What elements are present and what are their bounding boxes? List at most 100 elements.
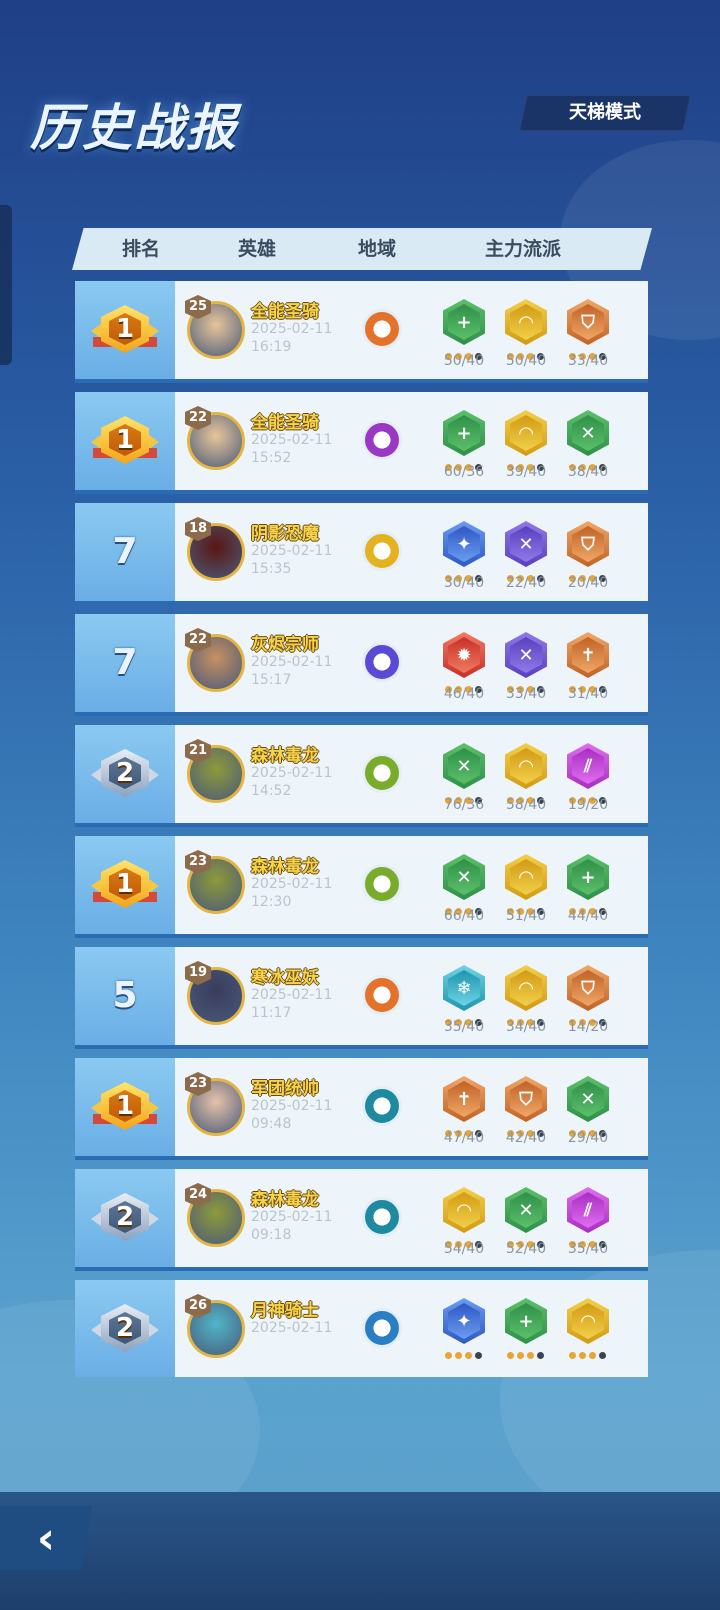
build-trait[interactable]: ◠ 39/40	[501, 406, 551, 484]
build-trait[interactable]: ⛉ 33/40	[563, 295, 613, 373]
match-time: 12:30	[251, 894, 292, 910]
trait-level-dots	[507, 900, 547, 915]
trait-level-dots	[569, 1344, 609, 1359]
axe-emblem-icon[interactable]	[362, 309, 402, 349]
build-trait[interactable]: ✕ 22/40	[501, 517, 551, 595]
build-trait[interactable]: ◠ 58/40	[501, 739, 551, 817]
back-button[interactable]: ‹	[0, 1506, 92, 1570]
hero-name: 军团统帅	[251, 1079, 319, 1099]
match-time: 16:19	[251, 339, 292, 355]
trait-count: 22/40	[505, 575, 547, 591]
build-trait[interactable]: +	[501, 1294, 551, 1372]
build-trait[interactable]: ✕ 29/40	[563, 1072, 613, 1150]
rank-cell: 1	[75, 836, 175, 934]
match-date: 2025-02-11	[251, 1098, 333, 1114]
trait-level-dots	[445, 789, 485, 804]
match-row[interactable]: 1 23 军团统帅 2025-02-11 09:48 ✝ 47/40 ⛉ 42/…	[75, 1058, 648, 1160]
build-trait[interactable]: ✕ 52/40	[501, 1183, 551, 1261]
build-trait[interactable]: ✝ 31/40	[563, 628, 613, 706]
hero-name: 森林毒龙	[251, 857, 319, 877]
trait-level-dots	[507, 567, 547, 582]
gold-rank-medal-icon: 1	[91, 299, 155, 359]
trait-count: 47/40	[443, 1130, 485, 1146]
trident-icon[interactable]	[362, 1086, 402, 1126]
build-trait[interactable]: ◠ 50/40	[501, 295, 551, 373]
side-drawer-tab[interactable]	[0, 205, 12, 365]
trait-count: 51/40	[505, 908, 547, 924]
rank-number: 7	[112, 531, 138, 572]
rune-icon[interactable]	[362, 1308, 402, 1348]
build-trait[interactable]: ◠	[563, 1294, 613, 1372]
rank-cell: 1	[75, 281, 175, 379]
trait-count: 76/36	[443, 797, 485, 813]
pentagram-icon[interactable]	[362, 753, 402, 793]
hero-name: 森林毒龙	[251, 746, 319, 766]
rank-cell: 7	[75, 614, 175, 712]
build-trait[interactable]: ⛉ 14/20	[563, 961, 613, 1039]
match-history-list[interactable]: 1 2 5 全能圣骑 2025-02-11 16:19 + 50/40 ◠ 50/…	[75, 281, 648, 1377]
match-date: 2025-02-11	[251, 1320, 333, 1336]
build-trait[interactable]: ✦	[439, 1294, 489, 1372]
build-trait[interactable]: ◠ 51/40	[501, 850, 551, 928]
rank-cell: 5	[75, 947, 175, 1045]
match-row[interactable]: 1 22 全能圣骑 2025-02-11 15:52 + 60/36 ◠ 39/…	[75, 392, 648, 494]
build-trait[interactable]: ✕ 76/36	[439, 739, 489, 817]
swirl-icon[interactable]	[362, 531, 402, 571]
match-row[interactable]: 2 26 月神骑士 2025-02-11 ✦ + ◠	[75, 1280, 648, 1377]
trait-level-dots	[569, 1011, 609, 1026]
trait-level-dots	[569, 900, 609, 915]
trait-level-dots	[445, 1344, 485, 1359]
build-trait[interactable]: ✹ 46/40	[439, 628, 489, 706]
match-row[interactable]: 2 24 森林毒龙 2025-02-11 09:18 ◠ 54/40 ✕ 52/…	[75, 1169, 648, 1271]
trait-level-dots	[445, 345, 485, 360]
rank-number: 5	[112, 975, 138, 1016]
gold-rank-medal-icon: 1	[91, 1076, 155, 1136]
match-row[interactable]: 1 23 森林毒龙 2025-02-11 12:30 ✕ 66/40 ◠ 51/…	[75, 836, 648, 938]
match-row[interactable]: 7 22 灰烬宗师 2025-02-11 15:17 ✹ 46/40 ✕ 33/…	[75, 614, 648, 716]
trait-level-dots	[507, 456, 547, 471]
build-trait[interactable]: ✕ 38/40	[563, 406, 613, 484]
hero-name: 灰烬宗师	[251, 635, 319, 655]
build-trait[interactable]: ⫽ 35/40	[563, 1183, 613, 1261]
build-trait[interactable]: ✦ 30/40	[439, 517, 489, 595]
crest-icon[interactable]	[362, 642, 402, 682]
trait-level-dots	[507, 1344, 547, 1359]
rank-number: 2	[115, 758, 135, 788]
match-time: 14:52	[251, 783, 292, 799]
build-trait[interactable]: ⛉ 20/40	[563, 517, 613, 595]
build-trait[interactable]: ✕ 33/40	[501, 628, 551, 706]
trait-level-dots	[507, 789, 547, 804]
match-date: 2025-02-11	[251, 543, 333, 559]
build-trait[interactable]: + 60/36	[439, 406, 489, 484]
build-trait[interactable]: ✝ 47/40	[439, 1072, 489, 1150]
trident-icon[interactable]	[362, 1197, 402, 1237]
match-row[interactable]: 5 19 寒冰巫妖 2025-02-11 11:17 ❄ 35/40 ◠ 34/…	[75, 947, 648, 1049]
hero-name: 全能圣骑	[251, 413, 319, 433]
rank-number: 2	[115, 1202, 135, 1232]
gears-icon[interactable]	[362, 420, 402, 460]
build-trait[interactable]: ✕ 66/40	[439, 850, 489, 928]
build-trait[interactable]: + 50/40	[439, 295, 489, 373]
pentagram-icon[interactable]	[362, 864, 402, 904]
trait-count: 38/40	[567, 464, 609, 480]
match-row[interactable]: 2 21 森林毒龙 2025-02-11 14:52 ✕ 76/36 ◠ 58/…	[75, 725, 648, 827]
column-rank: 排名	[122, 238, 161, 260]
trait-level-dots	[569, 678, 609, 693]
build-trait[interactable]: ⫽ 19/20	[563, 739, 613, 817]
build-trait[interactable]: ❄ 35/40	[439, 961, 489, 1039]
build-trait[interactable]: + 44/40	[563, 850, 613, 928]
trait-count: 34/40	[505, 1019, 547, 1035]
match-row[interactable]: 1 25 全能圣骑 2025-02-11 16:19 + 50/40 ◠ 50/…	[75, 281, 648, 383]
match-date: 2025-02-11	[251, 987, 333, 1003]
hero-name: 全能圣骑	[251, 302, 319, 322]
match-row[interactable]: 7 18 阴影恐魔 2025-02-11 15:35 ✦ 30/40 ✕ 22/…	[75, 503, 648, 605]
trait-level-dots	[569, 789, 609, 804]
mode-selector[interactable]: 天梯模式	[519, 95, 691, 131]
build-trait[interactable]: ◠ 34/40	[501, 961, 551, 1039]
trait-level-dots	[569, 345, 609, 360]
hero-name: 月神骑士	[251, 1301, 319, 1321]
build-trait[interactable]: ⛉ 42/40	[501, 1072, 551, 1150]
column-hero: 英雄	[238, 238, 277, 260]
axe-emblem-icon[interactable]	[362, 975, 402, 1015]
build-trait[interactable]: ◠ 54/40	[439, 1183, 489, 1261]
